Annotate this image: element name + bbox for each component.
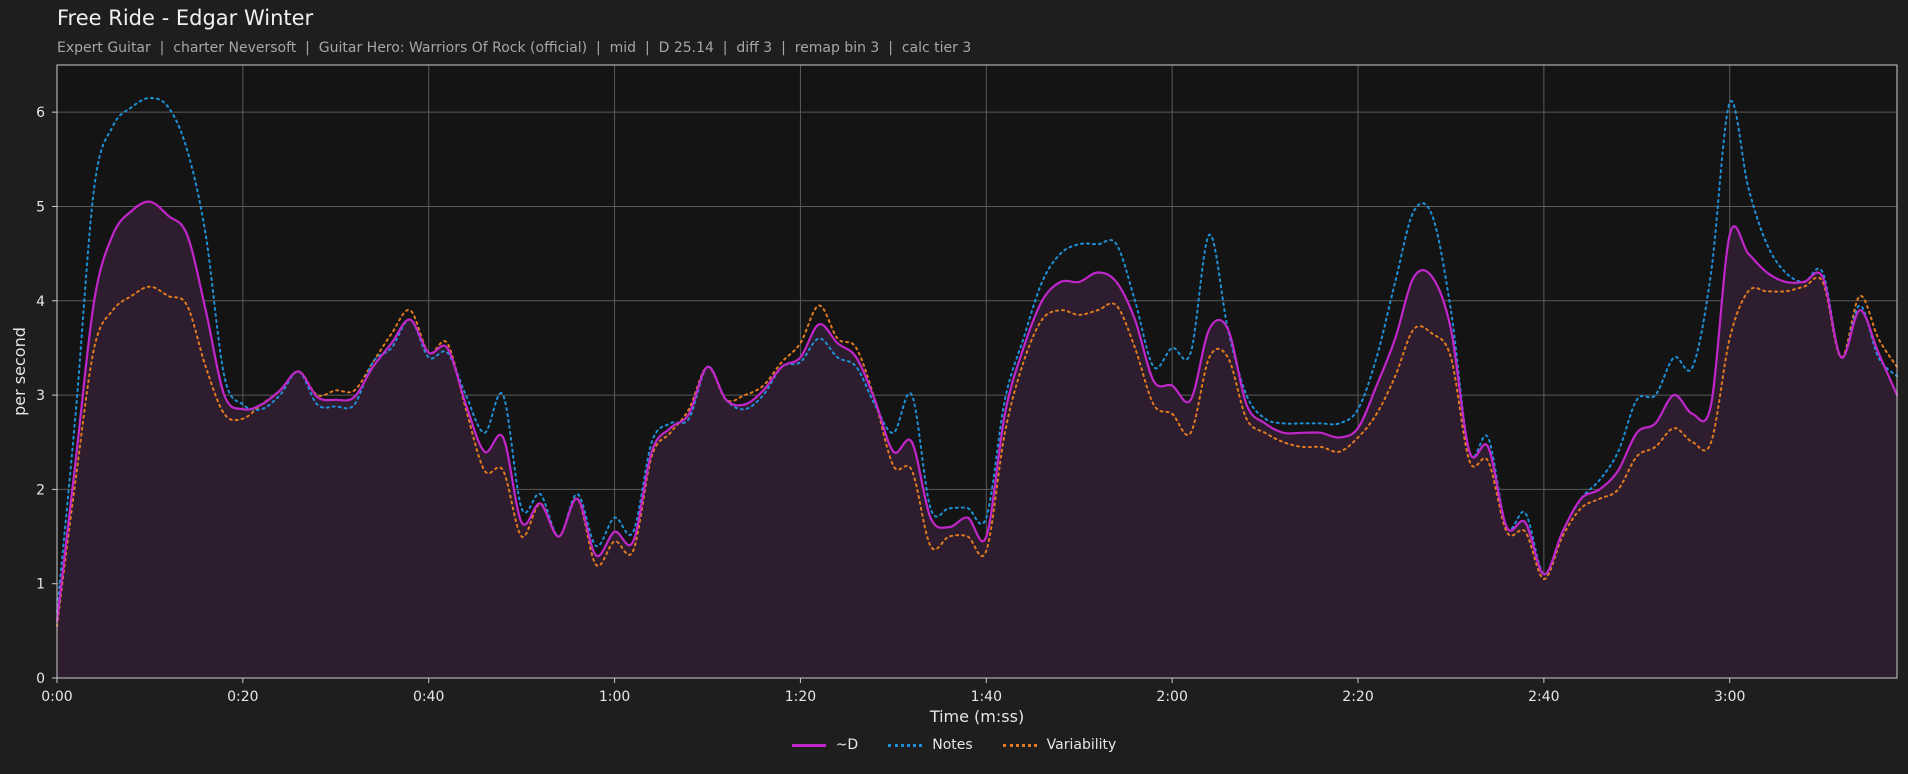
legend: ~D Notes Variability: [0, 737, 1908, 753]
x-tick-label: 1:20: [785, 689, 816, 705]
legend-item-d[interactable]: ~D: [791, 737, 859, 753]
legend-label-variability: Variability: [1046, 737, 1117, 753]
legend-item-notes[interactable]: Notes: [888, 737, 973, 753]
x-tick-label: 1:40: [971, 689, 1002, 705]
x-axis-label: Time (m:ss): [929, 707, 1024, 726]
y-tick-label: 1: [36, 577, 45, 593]
legend-item-variability[interactable]: Variability: [1002, 737, 1117, 753]
x-tick-label: 0:00: [41, 689, 72, 705]
x-tick-label: 0:40: [413, 689, 444, 705]
x-tick-label: 1:00: [599, 689, 630, 705]
y-tick-label: 3: [36, 388, 45, 404]
x-tick-label: 2:20: [1342, 689, 1373, 705]
legend-label-d: ~D: [835, 737, 859, 753]
x-tick-label: 2:00: [1156, 689, 1187, 705]
x-tick-label: 0:20: [227, 689, 258, 705]
y-tick-label: 5: [36, 199, 45, 215]
y-axis-label: per second: [10, 327, 29, 416]
x-tick-label: 2:40: [1528, 689, 1559, 705]
legend-swatch-notes: [888, 743, 923, 747]
legend-swatch-variability: [1002, 743, 1037, 747]
y-tick-label: 0: [36, 671, 45, 687]
x-tick-label: 3:00: [1714, 689, 1745, 705]
chart: 0:00 0:20 0:40 1:00 1:20 1:40 2:00 2:20 2:40 3:00…: [10, 64, 1899, 726]
legend-swatch-d: [791, 743, 826, 747]
legend-label-notes: Notes: [932, 737, 973, 753]
y-tick-label: 6: [36, 105, 45, 121]
y-tick-label: 4: [36, 294, 45, 310]
y-tick-label: 2: [36, 482, 45, 498]
